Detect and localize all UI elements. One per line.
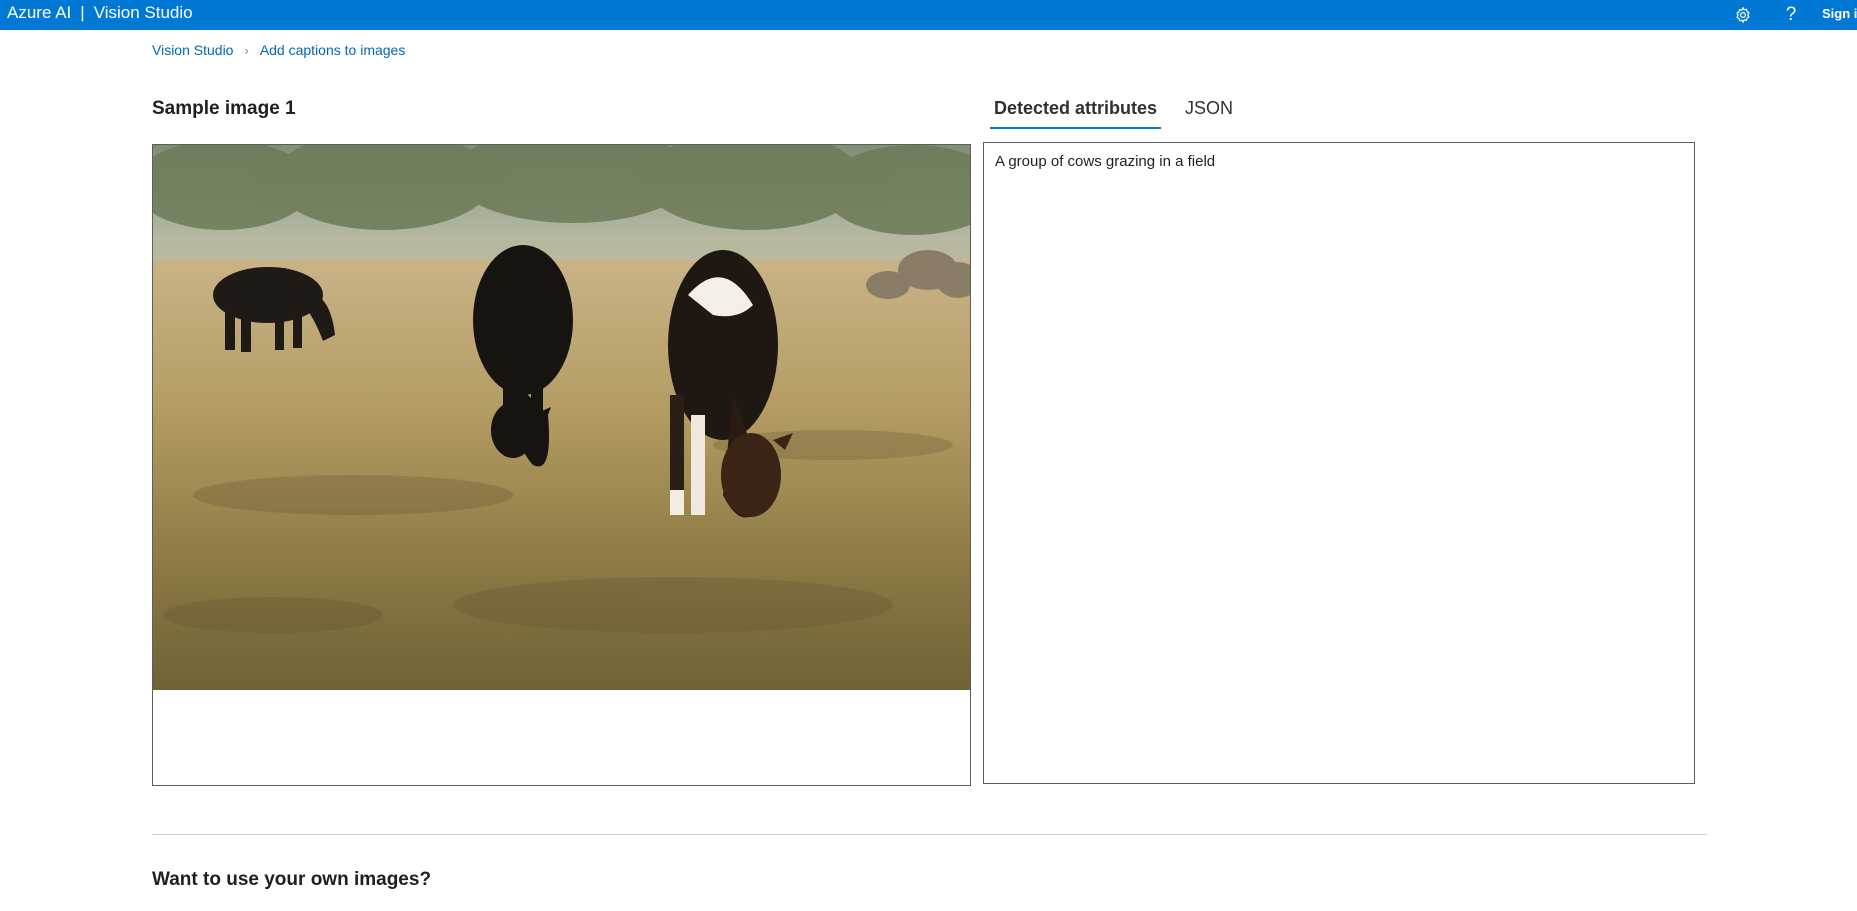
sample-image	[153, 145, 970, 690]
help-button[interactable]: ?	[1778, 2, 1804, 28]
brand-secondary: Vision Studio	[93, 3, 193, 22]
brand-separator: |	[80, 3, 85, 22]
question-icon: ?	[1785, 4, 1797, 25]
result-tabs: Detected attributes JSON	[990, 94, 1257, 129]
brand-primary: Azure AI	[7, 3, 72, 22]
top-bar: Azure AI | Vision Studio ? Sign in	[0, 0, 1857, 30]
image-caption-text: A group of cows grazing in a field	[995, 153, 1216, 170]
tab-detected-attributes[interactable]: Detected attributes	[990, 94, 1162, 129]
sample-image-title: Sample image 1	[152, 98, 296, 119]
chevron-right-icon: ›	[244, 42, 249, 58]
settings-button[interactable]	[1730, 2, 1756, 28]
app-brand[interactable]: Azure AI | Vision Studio	[7, 3, 193, 23]
own-images-heading: Want to use your own images?	[152, 869, 432, 890]
breadcrumb-add-captions[interactable]: Add captions to images	[260, 42, 406, 58]
breadcrumb: Vision Studio › Add captions to images	[152, 42, 405, 58]
tab-json[interactable]: JSON	[1181, 94, 1237, 129]
section-divider	[152, 834, 1707, 835]
detected-attributes-panel: A group of cows grazing in a field	[983, 142, 1695, 784]
gear-icon	[1736, 6, 1750, 24]
sample-image-frame	[152, 144, 971, 786]
breadcrumb-vision-studio[interactable]: Vision Studio	[152, 42, 233, 58]
sign-in-button[interactable]: Sign in	[1822, 6, 1857, 21]
